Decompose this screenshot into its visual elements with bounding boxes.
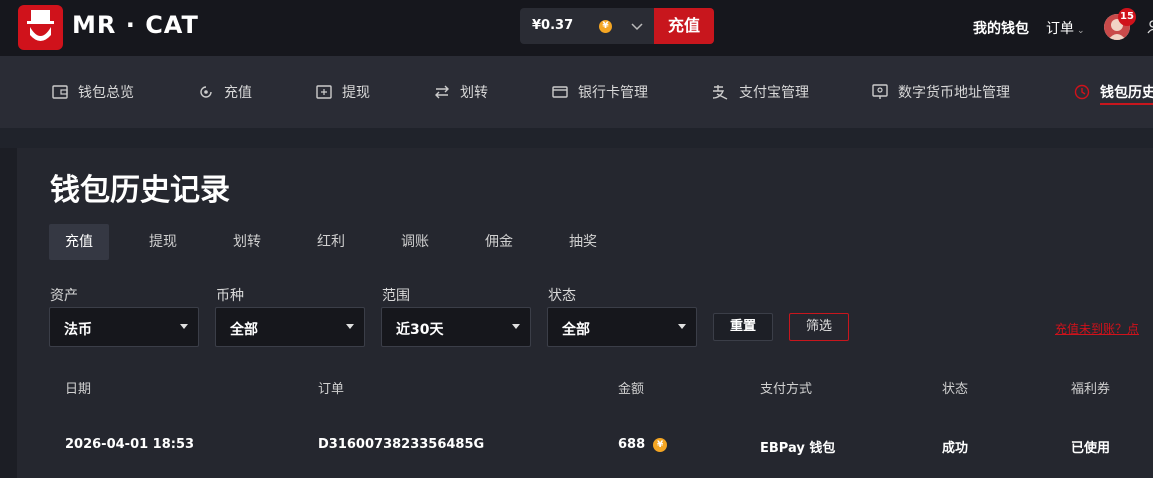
column-header-payment-method: 支付方式 bbox=[760, 382, 813, 397]
caret-down-icon bbox=[678, 324, 686, 329]
withdraw-icon bbox=[316, 85, 332, 99]
tab-withdraw[interactable]: 提现 bbox=[133, 224, 193, 260]
status-select[interactable]: 全部 bbox=[547, 307, 697, 347]
bank-card-icon bbox=[552, 86, 568, 98]
status-label: 状态 bbox=[548, 288, 576, 304]
column-header-date: 日期 bbox=[65, 382, 92, 397]
wallet-icon bbox=[52, 85, 68, 99]
cell-status: 成功 bbox=[942, 441, 969, 456]
topup-button[interactable]: 充值 bbox=[654, 8, 714, 44]
cell-date: 2026-04-01 18:53 bbox=[65, 437, 195, 452]
orders-menu[interactable]: 订单 ⌄ bbox=[1046, 18, 1085, 38]
top-bar: MR · CAT ¥0.37 ¥ 充值 我的钱包 订单 ⌄ 15 bbox=[0, 0, 1153, 56]
caret-down-icon bbox=[180, 324, 188, 329]
currency-label: 币种 bbox=[216, 288, 244, 304]
chevron-down-icon[interactable] bbox=[630, 19, 644, 33]
currency-select[interactable]: 全部 bbox=[215, 307, 365, 347]
nav-item-wallet-overview[interactable]: 钱包总览 bbox=[52, 82, 134, 102]
active-nav-indicator bbox=[1100, 103, 1153, 105]
column-header-status: 状态 bbox=[942, 382, 969, 397]
background-strip bbox=[0, 128, 1153, 148]
nav-item-label: 银行卡管理 bbox=[578, 85, 648, 101]
nav-item-label: 划转 bbox=[460, 85, 488, 101]
nav-item-label: 钱包总览 bbox=[78, 85, 134, 101]
tab-transfer[interactable]: 划转 bbox=[217, 224, 277, 260]
nav-item-label: 支付宝管理 bbox=[739, 85, 809, 101]
balance-value: ¥0.37 bbox=[532, 18, 574, 33]
recharge-icon bbox=[200, 86, 212, 98]
transfer-icon bbox=[435, 85, 449, 99]
cell-payment-method: EBPay 钱包 bbox=[760, 441, 836, 456]
reset-button[interactable]: 重置 bbox=[713, 313, 773, 341]
range-select[interactable]: 近30天 bbox=[381, 307, 531, 347]
range-label: 范围 bbox=[382, 288, 410, 304]
column-header-order: 订单 bbox=[318, 382, 345, 397]
tab-commission[interactable]: 佣金 bbox=[469, 224, 529, 260]
wallet-nav: 钱包总览 充值 提现 划转 银行卡管理 支付宝管理 数字货币地址管理 钱包历史 bbox=[0, 56, 1153, 128]
column-header-coupon: 福利券 bbox=[1071, 382, 1111, 397]
status-select-value: 全部 bbox=[562, 322, 590, 338]
balance-selector[interactable]: ¥0.37 ¥ bbox=[520, 8, 654, 44]
nav-item-label: 钱包历史 bbox=[1100, 85, 1153, 101]
cell-amount: 688 ¥ bbox=[618, 437, 668, 452]
coin-icon: ¥ bbox=[653, 437, 668, 452]
logo-cat-icon[interactable] bbox=[18, 5, 63, 50]
nav-item-bank-card[interactable]: 银行卡管理 bbox=[552, 82, 648, 102]
nav-item-alipay[interactable]: 支付宝管理 bbox=[711, 82, 809, 102]
chevron-down-icon: ⌄ bbox=[1077, 26, 1085, 36]
tab-lottery[interactable]: 抽奖 bbox=[553, 224, 613, 260]
notification-badge: 15 bbox=[1118, 8, 1136, 26]
column-header-amount: 金额 bbox=[618, 382, 645, 397]
asset-label: 资产 bbox=[50, 288, 78, 304]
caret-down-icon bbox=[512, 324, 520, 329]
nav-item-label: 提现 bbox=[342, 85, 370, 101]
brand-name[interactable]: MR · CAT bbox=[72, 11, 199, 39]
nav-item-transfer[interactable]: 划转 bbox=[434, 82, 488, 102]
history-icon bbox=[1074, 84, 1090, 100]
tab-recharge[interactable]: 充值 bbox=[49, 224, 109, 260]
asset-select[interactable]: 法币 bbox=[49, 307, 199, 347]
filter-button[interactable]: 筛选 bbox=[789, 313, 849, 341]
nav-item-label: 充值 bbox=[224, 85, 252, 101]
cell-coupon: 已使用 bbox=[1071, 441, 1111, 456]
asset-select-value: 法币 bbox=[64, 322, 92, 338]
nav-item-crypto-address[interactable]: 数字货币地址管理 bbox=[872, 82, 1010, 102]
nav-item-withdraw[interactable]: 提现 bbox=[316, 82, 370, 102]
orders-label: 订单 bbox=[1046, 21, 1074, 37]
nav-item-label: 数字货币地址管理 bbox=[898, 85, 1010, 101]
nav-item-wallet-history[interactable]: 钱包历史 bbox=[1074, 82, 1153, 102]
caret-down-icon bbox=[346, 324, 354, 329]
user-icon[interactable] bbox=[1147, 20, 1153, 34]
range-select-value: 近30天 bbox=[396, 322, 444, 338]
currency-select-value: 全部 bbox=[230, 322, 258, 338]
tab-adjustment[interactable]: 调账 bbox=[385, 224, 445, 260]
recharge-help-link[interactable]: 充值未到账？点 bbox=[1055, 320, 1139, 337]
cell-order: D3160073823356485G bbox=[318, 437, 485, 452]
nav-item-recharge[interactable]: 充值 bbox=[198, 82, 252, 102]
my-wallet-link[interactable]: 我的钱包 bbox=[973, 18, 1029, 38]
coin-icon: ¥ bbox=[599, 20, 612, 33]
crypto-address-icon bbox=[872, 84, 888, 99]
alipay-icon bbox=[712, 85, 728, 100]
tab-bonus[interactable]: 红利 bbox=[301, 224, 361, 260]
cell-amount-value: 688 bbox=[618, 437, 646, 452]
page-title: 钱包历史记录 bbox=[50, 173, 230, 208]
